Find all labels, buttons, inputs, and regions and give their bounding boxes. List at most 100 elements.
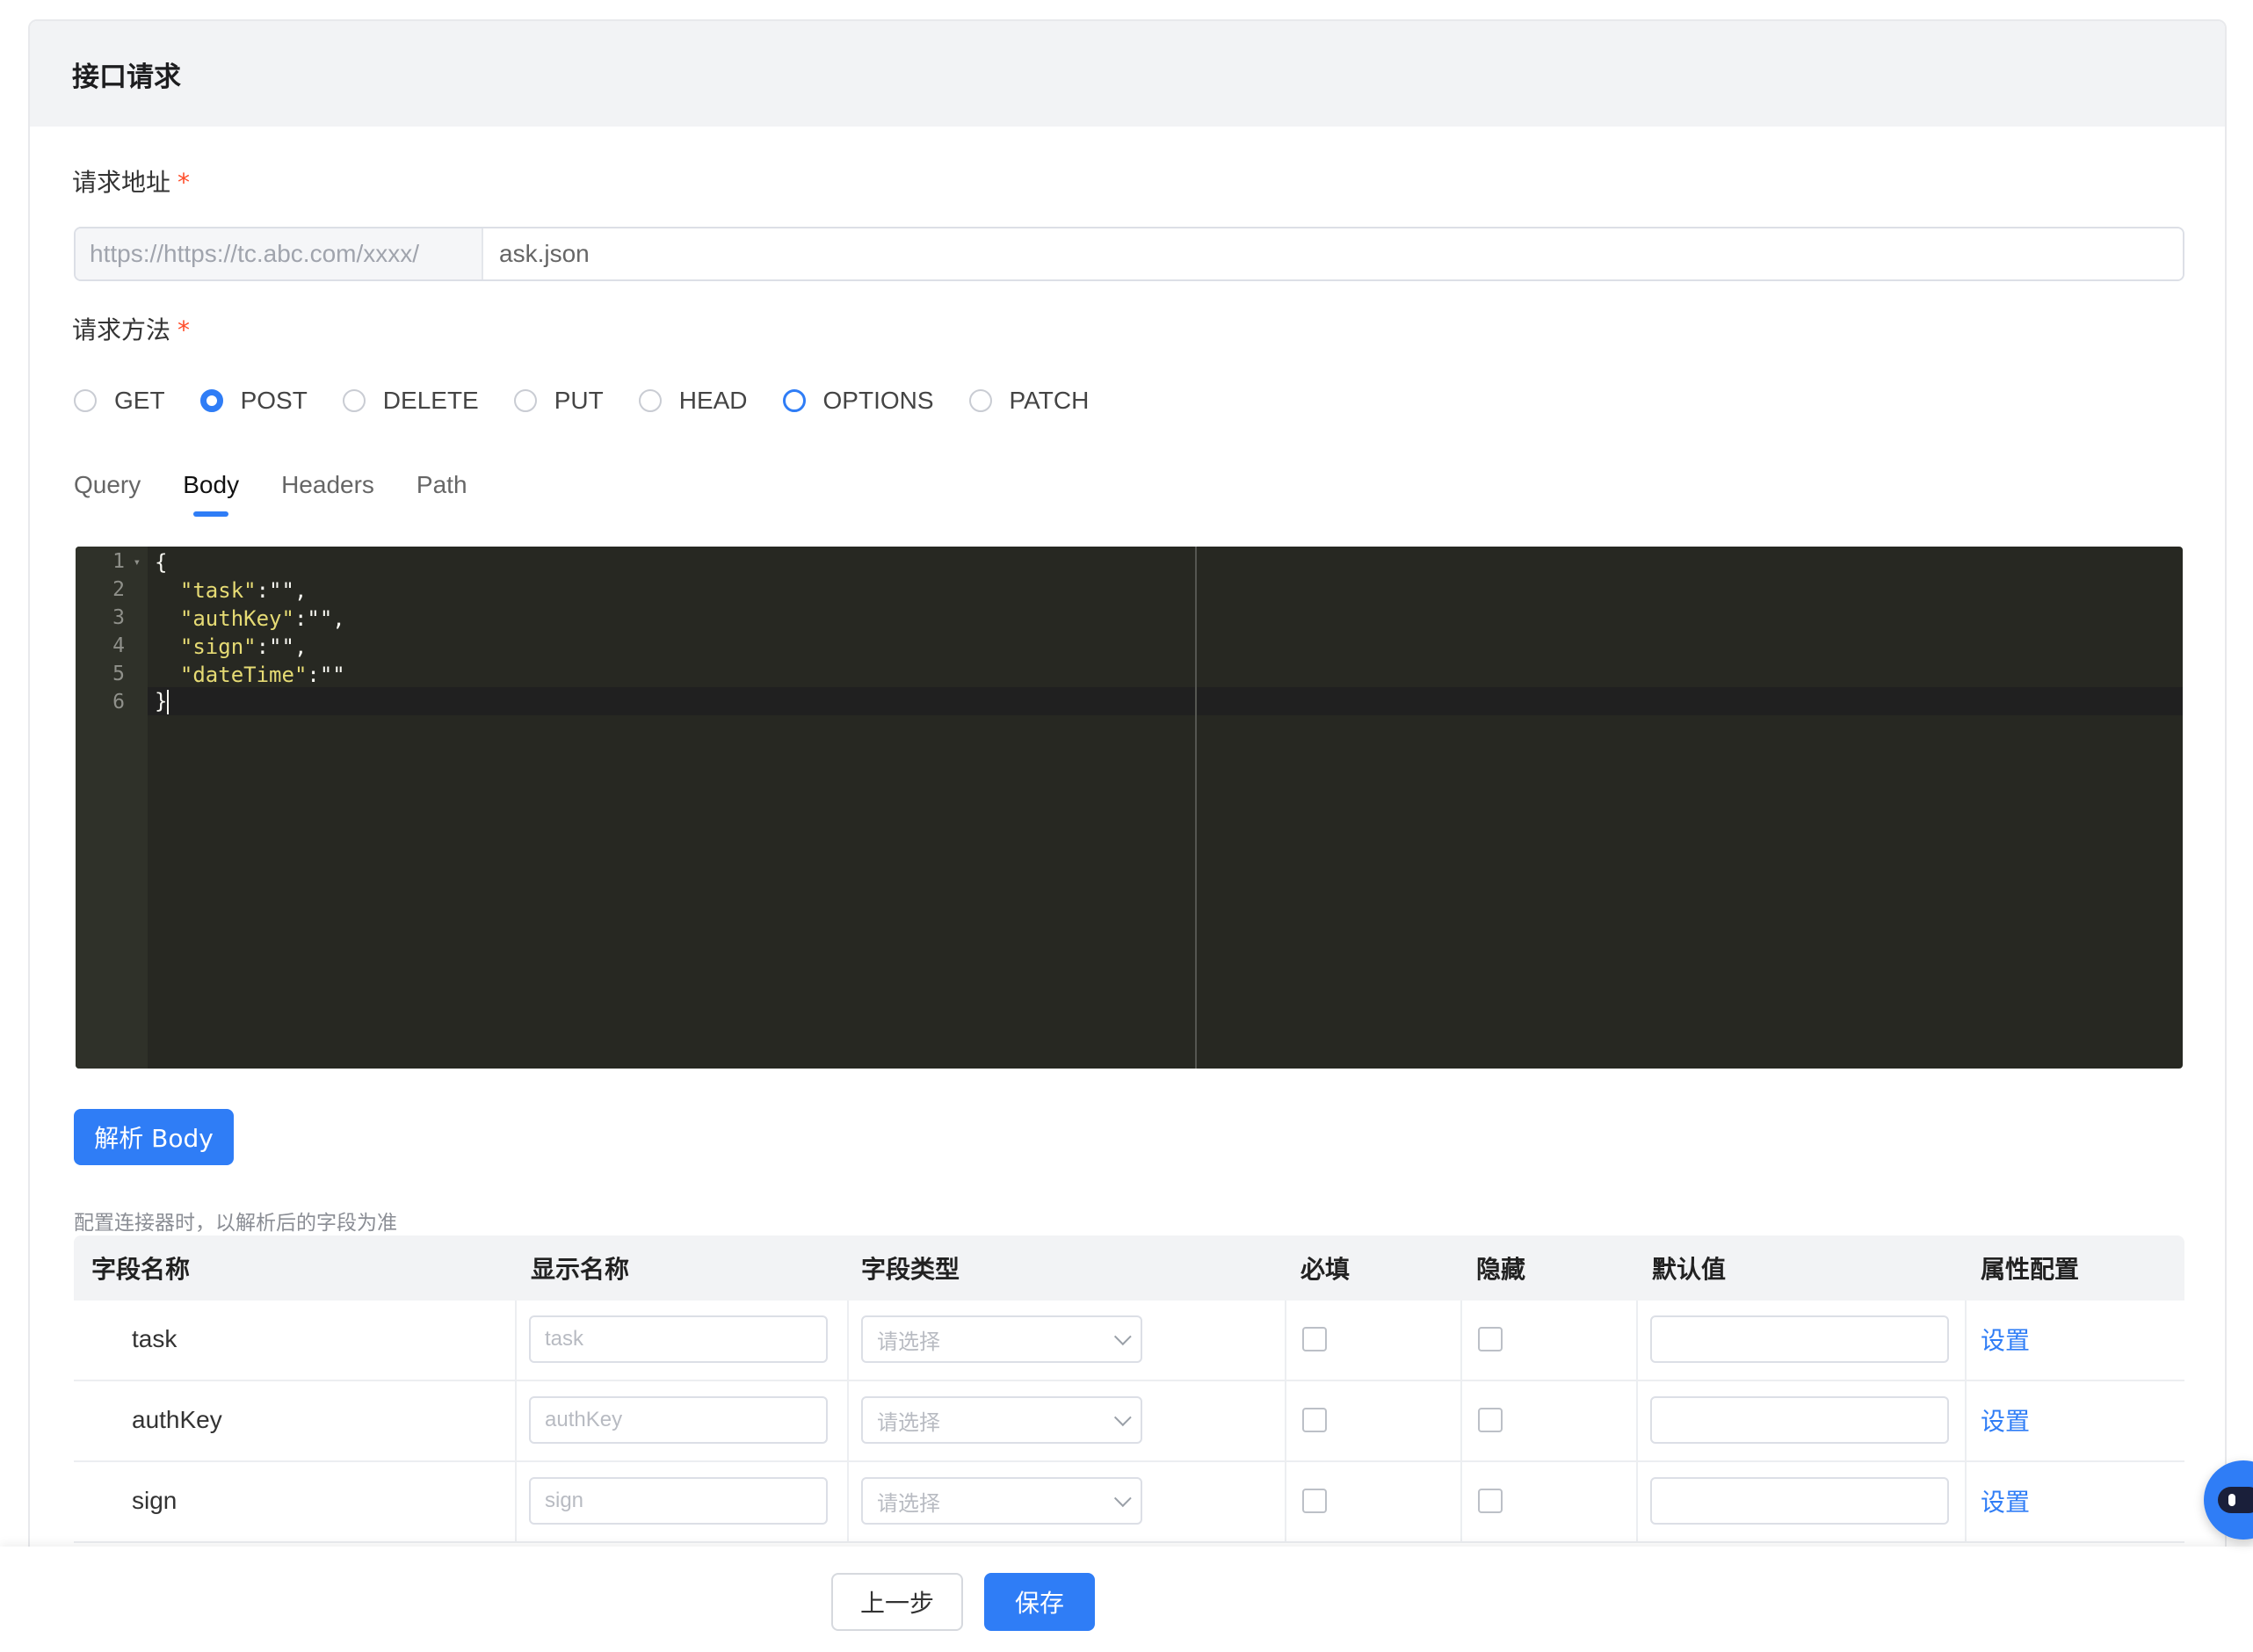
radio-put[interactable]: PUT [513, 387, 604, 415]
field-type-select[interactable]: 请选择 [861, 1477, 1142, 1525]
body-code-editor[interactable]: 1 ▾ 2 3 4 5 6 { "task":"", "authKey" :"",… [76, 547, 2183, 1069]
table-row: authKey 请选择 设置 [74, 1381, 2184, 1462]
brace-close: } [155, 689, 168, 714]
required-mark: * [177, 168, 191, 197]
param-tabs: Query Body Headers Path [74, 471, 510, 517]
chevron-down-icon [1113, 1409, 1132, 1427]
required-mark: * [177, 315, 191, 344]
th-field-type: 字段类型 [861, 1255, 960, 1284]
tab-path[interactable]: Path [417, 471, 467, 517]
table-header: 字段名称 显示名称 字段类型 必填 隐藏 默认值 属性配置 [74, 1235, 2184, 1301]
radio-post[interactable]: POST [199, 387, 308, 415]
select-placeholder: 请选择 [877, 1329, 940, 1354]
footer-bar: 上一步 保存 [0, 1547, 2253, 1652]
radio-circle-checked[interactable] [199, 389, 223, 412]
radio-label: HEAD [678, 387, 748, 414]
default-value-input[interactable] [1650, 1396, 1949, 1444]
url-input[interactable] [483, 228, 2183, 279]
radio-circle[interactable] [342, 389, 366, 412]
method-label-text: 请求方法 [72, 315, 171, 344]
field-name: sign [132, 1487, 177, 1514]
settings-link[interactable]: 设置 [1981, 1322, 2030, 1357]
field-type-select[interactable]: 请选择 [861, 1396, 1142, 1444]
active-line-highlight [76, 687, 2183, 715]
th-hidden: 隐藏 [1476, 1255, 1526, 1284]
card-header: 接口请求 [30, 21, 2225, 127]
required-checkbox[interactable] [1302, 1489, 1327, 1513]
default-value-input[interactable] [1650, 1315, 1949, 1363]
json-key: "authKey" [179, 606, 294, 631]
th-required: 必填 [1300, 1255, 1351, 1284]
card-title: 接口请求 [72, 61, 181, 93]
th-attr-config: 属性配置 [1981, 1255, 2080, 1284]
radio-label: PATCH [1009, 387, 1090, 414]
url-label: 请求地址 * [72, 163, 190, 199]
line-number: 3 [112, 606, 125, 629]
display-name-input[interactable] [529, 1477, 828, 1525]
tab-query[interactable]: Query [74, 471, 141, 517]
save-button[interactable]: 保存 [984, 1573, 1095, 1631]
text-cursor [167, 690, 170, 714]
radio-circle[interactable] [968, 389, 992, 412]
json-key: "dateTime" [179, 663, 308, 687]
settings-link[interactable]: 设置 [1981, 1483, 2030, 1518]
radio-label: OPTIONS [822, 387, 934, 414]
fields-table: 字段名称 显示名称 字段类型 必填 隐藏 默认值 属性配置 task 请选择 设… [74, 1235, 2184, 1543]
default-value-input[interactable] [1650, 1477, 1949, 1525]
method-label: 请求方法 * [72, 311, 190, 346]
json-key: "task" [179, 578, 257, 603]
line-number: 6 [112, 691, 125, 714]
method-radio-group: GET POST DELETE PUT HEAD OPTIONS PATCH [74, 387, 1124, 415]
json-key: "sign" [179, 634, 257, 659]
code-line-1: { [155, 550, 167, 575]
code-line-2: "task":"", [155, 578, 308, 603]
hidden-checkbox[interactable] [1478, 1489, 1503, 1513]
required-checkbox[interactable] [1302, 1327, 1327, 1351]
select-placeholder: 请选择 [877, 1490, 940, 1516]
url-field: https://https://tc.abc.com/xxxx/ [74, 227, 2184, 281]
chevron-down-icon [1113, 1489, 1132, 1508]
parse-body-button[interactable]: 解析 Body [74, 1109, 234, 1165]
radio-circle[interactable] [74, 389, 97, 412]
line-number: 1 [112, 550, 125, 573]
json-rest: :"", [256, 578, 308, 603]
radio-options[interactable]: OPTIONS [782, 387, 934, 415]
field-name: task [132, 1325, 177, 1352]
assistant-face [2218, 1487, 2253, 1513]
code-line-5: "dateTime":"" [155, 663, 345, 687]
prev-step-button[interactable]: 上一步 [831, 1573, 963, 1631]
radio-get[interactable]: GET [74, 387, 165, 415]
radio-circle-hover[interactable] [782, 389, 806, 412]
hidden-checkbox[interactable] [1478, 1327, 1503, 1351]
code-line-6: } [155, 689, 170, 714]
fold-arrow-icon[interactable]: ▾ [134, 555, 141, 569]
field-type-select[interactable]: 请选择 [861, 1315, 1142, 1363]
radio-label: PUT [554, 387, 604, 414]
radio-label: GET [114, 387, 165, 414]
tab-body[interactable]: Body [183, 471, 239, 517]
radio-head[interactable]: HEAD [638, 387, 748, 415]
th-display-name: 显示名称 [531, 1255, 630, 1284]
radio-label: DELETE [382, 387, 479, 414]
radio-label: POST [240, 387, 308, 414]
line-number: 4 [112, 634, 125, 657]
url-prefix: https://https://tc.abc.com/xxxx/ [76, 228, 483, 279]
required-checkbox[interactable] [1302, 1408, 1327, 1432]
url-label-text: 请求地址 [72, 168, 171, 197]
field-name: authKey [132, 1406, 222, 1433]
tab-headers[interactable]: Headers [281, 471, 374, 517]
line-number: 2 [112, 578, 125, 601]
line-number: 5 [112, 663, 125, 685]
editor-gutter: 1 ▾ 2 3 4 5 6 [76, 547, 148, 1069]
radio-circle[interactable] [638, 389, 662, 412]
radio-delete[interactable]: DELETE [342, 387, 479, 415]
hidden-checkbox[interactable] [1478, 1408, 1503, 1432]
json-rest: :"" [307, 663, 345, 687]
radio-circle[interactable] [513, 389, 537, 412]
settings-link[interactable]: 设置 [1981, 1402, 2030, 1438]
th-default-value: 默认值 [1652, 1255, 1727, 1284]
display-name-input[interactable] [529, 1315, 828, 1363]
display-name-input[interactable] [529, 1396, 828, 1444]
radio-patch[interactable]: PATCH [968, 387, 1090, 415]
th-field-name: 字段名称 [91, 1255, 191, 1284]
